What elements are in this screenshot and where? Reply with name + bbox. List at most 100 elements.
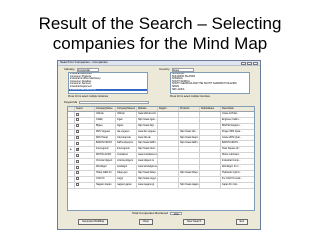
grid-header-cell[interactable]: Region <box>158 107 179 111</box>
country-listbox[interactable]: SLOVENIA SOLOMON ISLANDS SOMALIA SOUTH A… <box>170 72 250 94</box>
table-cell[interactable]: http://www.zds... <box>179 129 200 135</box>
table-cell[interactable]: ZDS Vogeser <box>95 129 116 135</box>
table-cell[interactable]: www.windstgol.es <box>137 165 158 170</box>
country-option[interactable]: SRI LANKA <box>171 88 249 92</box>
table-cell[interactable] <box>158 182 179 188</box>
table-cell[interactable] <box>158 176 179 182</box>
table-cell[interactable]: the COGYX work... <box>221 177 254 182</box>
table-cell[interactable] <box>158 117 179 123</box>
table-cell[interactable] <box>158 165 179 170</box>
table-cell[interactable]: BIGTEX Equipm... <box>221 124 254 129</box>
table-cell[interactable]: Japan Fin Inst... <box>221 183 254 188</box>
table-cell[interactable]: www.ultimat.com <box>137 112 158 117</box>
table-cell[interactable]: Nagano Japan <box>95 182 116 188</box>
keyword-input[interactable] <box>79 101 150 105</box>
table-cell[interactable]: www.die-vogese... <box>137 129 158 135</box>
grid-header-cell[interactable]: Website <box>137 107 158 111</box>
table-cell[interactable] <box>179 176 200 182</box>
table-cell[interactable]: http://www.cogyx... <box>137 176 158 182</box>
grid-header-cell[interactable]: Description <box>221 107 254 111</box>
table-cell[interactable]: baffni-sbperpro <box>116 141 137 147</box>
table-cell[interactable] <box>200 141 221 147</box>
select-checkbox[interactable] <box>76 147 80 151</box>
table-cell[interactable]: Windstgol, for c... <box>221 165 254 170</box>
table-cell[interactable]: http://www.hidep... <box>137 170 158 176</box>
grid-header-cell[interactable]: CompanyName <box>95 107 116 111</box>
table-cell[interactable] <box>158 147 179 153</box>
table-cell[interactable] <box>158 129 179 135</box>
table-cell[interactable] <box>179 153 200 159</box>
grid-header-cell[interactable]: Products <box>179 107 200 111</box>
table-cell[interactable] <box>179 159 200 165</box>
table-cell[interactable]: victoria-inligent <box>116 159 137 165</box>
table-cell[interactable]: Heat Square W... <box>221 147 254 152</box>
select-checkbox[interactable] <box>76 141 79 145</box>
select-checkbox[interactable] <box>76 159 79 163</box>
table-cell[interactable] <box>158 112 179 117</box>
table-cell[interactable]: windstgol <box>116 165 137 170</box>
table-cell[interactable]: Windstgol <box>95 165 116 170</box>
table-cell[interactable]: Bigtex <box>95 123 116 129</box>
table-cell[interactable]: Victoria Inligent <box>95 159 116 165</box>
table-cell[interactable]: http://www.interr... <box>137 147 158 153</box>
table-cell[interactable]: hidep-gen <box>116 170 137 176</box>
table-cell[interactable]: http://www.baffni... <box>137 141 158 147</box>
grid-header-cell[interactable]: Subsidiaries <box>200 107 221 111</box>
table-cell[interactable]: COGYX <box>95 176 116 182</box>
table-cell[interactable] <box>179 112 200 117</box>
table-cell[interactable]: nagano-japan <box>116 182 137 188</box>
table-cell[interactable]: bigtex <box>116 123 137 129</box>
select-checkbox[interactable] <box>76 118 79 122</box>
table-cell[interactable] <box>179 123 200 129</box>
generate-mindmap-button[interactable]: Generate MindMap <box>78 219 109 225</box>
select-checkbox[interactable] <box>76 130 79 134</box>
table-cell[interactable]: cogyx <box>116 176 137 182</box>
select-checkbox[interactable] <box>76 183 79 187</box>
table-cell[interactable] <box>158 123 179 129</box>
table-cell[interactable]: Crane & Hoist... <box>221 112 254 117</box>
table-cell[interactable]: Hidep GEN ltd <box>95 170 116 176</box>
table-cell[interactable] <box>200 117 221 123</box>
table-cell[interactable]: Zinger ZDS Quar... <box>221 130 254 135</box>
table-cell[interactable] <box>200 159 221 165</box>
grid-header-cell[interactable]: CompanyName2 <box>116 107 137 111</box>
select-checkbox[interactable] <box>76 112 79 116</box>
table-cell[interactable]: www.motolacso.com <box>137 153 158 159</box>
select-checkbox[interactable] <box>76 153 79 157</box>
grid-header-cell[interactable]: Select <box>75 107 95 111</box>
clear-button[interactable]: Clear <box>138 219 153 225</box>
select-checkbox[interactable] <box>76 165 79 169</box>
table-cell[interactable]: MOTOLACSO <box>95 153 116 159</box>
table-cell[interactable]: http://www.bigt... <box>137 123 158 129</box>
table-cell[interactable] <box>200 129 221 135</box>
industry-listbox[interactable]: Industrial Resources Consumer Products I… <box>68 72 148 94</box>
table-cell[interactable] <box>200 135 221 141</box>
table-cell[interactable]: Industrial Comp... <box>221 159 254 164</box>
new-search-button[interactable]: New Search <box>183 219 206 225</box>
table-cell[interactable] <box>158 159 179 165</box>
table-cell[interactable] <box>200 153 221 159</box>
table-cell[interactable]: Motor Lubricant... <box>221 153 254 158</box>
table-cell[interactable]: zds-haupt.de <box>116 135 137 141</box>
table-cell[interactable]: Hydraulic Cylind... <box>221 171 254 176</box>
table-cell[interactable] <box>200 123 221 129</box>
table-cell[interactable]: http://www.baffni... <box>179 141 200 147</box>
exit-button[interactable]: Exit <box>235 219 248 225</box>
select-checkbox[interactable] <box>76 171 79 175</box>
table-cell[interactable]: Ultimat <box>116 112 137 117</box>
maximize-button[interactable] <box>247 61 252 65</box>
table-cell[interactable] <box>200 170 221 176</box>
table-cell[interactable]: Interregnum <box>95 147 116 153</box>
table-cell[interactable] <box>158 141 179 147</box>
table-cell[interactable] <box>200 147 221 153</box>
table-cell[interactable]: http://www.cgek... <box>137 117 158 123</box>
table-cell[interactable]: Engineer Cabin... <box>221 118 254 123</box>
table-cell[interactable] <box>200 182 221 188</box>
table-cell[interactable]: www.inligent.ru <box>137 159 158 165</box>
table-cell[interactable] <box>200 176 221 182</box>
table-cell[interactable] <box>158 170 179 176</box>
select-checkbox[interactable] <box>76 136 79 140</box>
minimize-button[interactable] <box>241 61 246 65</box>
table-cell[interactable]: Interregnum <box>116 147 137 153</box>
industry-option-selected[interactable]: Industrial Manufacturing <box>69 88 147 92</box>
